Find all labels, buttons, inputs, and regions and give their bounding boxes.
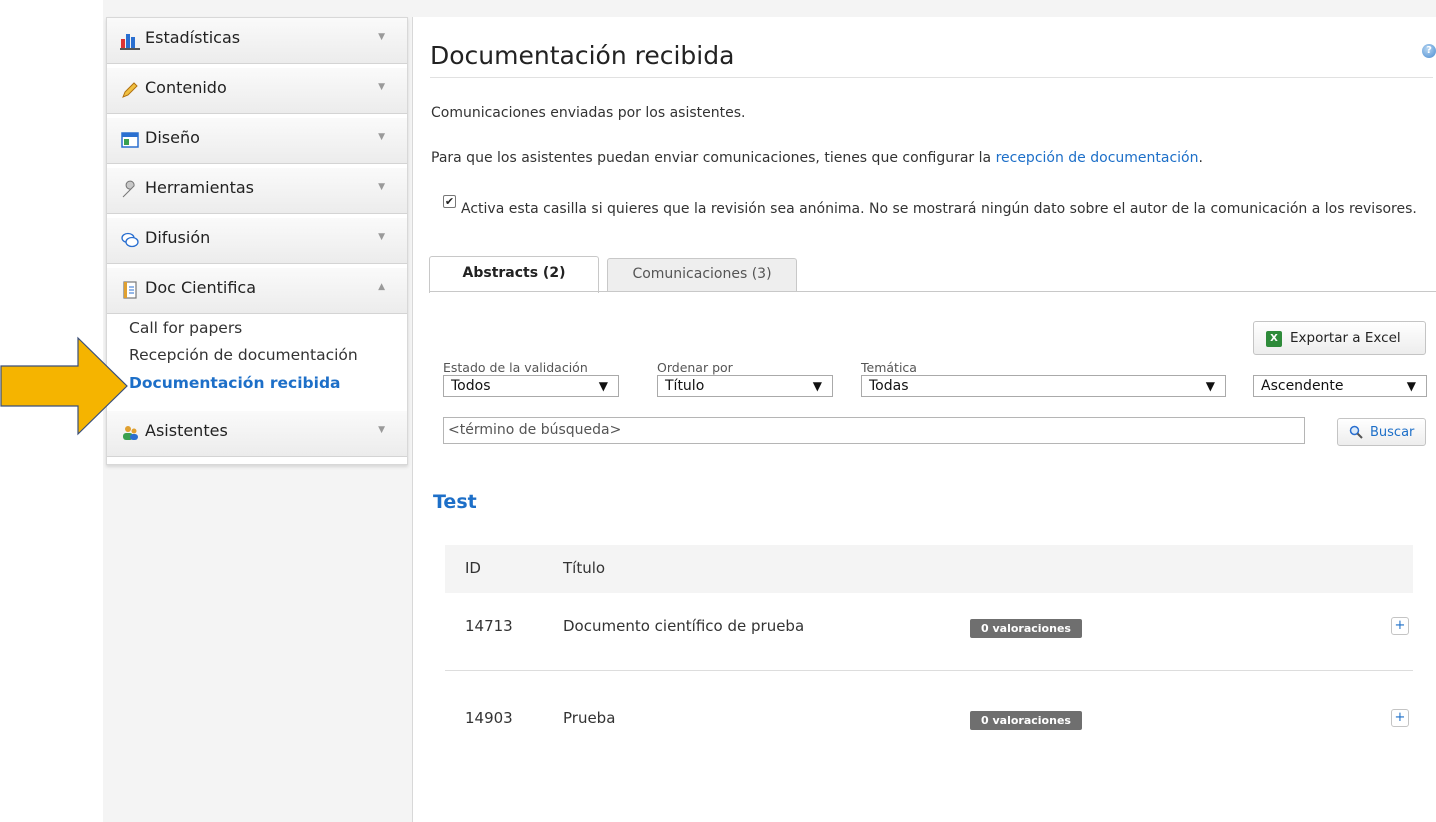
- row-divider: [445, 670, 1413, 671]
- ordenar-value: Título: [665, 378, 705, 394]
- speech-bubbles-icon: [121, 232, 139, 248]
- table-row: 14713 Documento científico de prueba 0 v…: [445, 593, 1413, 669]
- sidebar-item-estadisticas[interactable]: Estadísticas ▼: [107, 18, 407, 64]
- sidebar-item-label: Estadísticas: [145, 28, 241, 47]
- table-row: 14903 Prueba 0 valoraciones +: [445, 685, 1413, 761]
- submenu-documentacion-recibida[interactable]: Documentación recibida: [129, 374, 341, 392]
- tematica-label: Temática: [861, 360, 917, 375]
- tematica-value: Todas: [869, 378, 909, 394]
- help-icon[interactable]: ?: [1422, 44, 1436, 58]
- search-button-label: Buscar: [1370, 425, 1415, 440]
- expand-plus-icon[interactable]: +: [1391, 709, 1409, 727]
- sidebar-item-diseno[interactable]: Diseño ▼: [107, 118, 407, 164]
- row-id: 14713: [465, 617, 513, 635]
- orden-value: Ascendente: [1261, 378, 1344, 394]
- sidebar-nav: Estadísticas ▼ Contenido ▼ Diseño ▼ Herr…: [106, 17, 408, 465]
- config-text-start: Para que los asistentes puedan enviar co…: [431, 150, 992, 166]
- estado-label: Estado de la validación: [443, 360, 588, 375]
- config-text-end: .: [1198, 150, 1203, 166]
- row-id: 14903: [465, 709, 513, 727]
- chevron-down-icon: ▼: [378, 232, 385, 242]
- page-title: Documentación recibida: [430, 41, 735, 70]
- valoraciones-badge: 0 valoraciones: [970, 619, 1082, 638]
- sidebar-item-herramientas[interactable]: Herramientas ▼: [107, 168, 407, 214]
- estado-select[interactable]: Todos ▼: [443, 375, 619, 397]
- document-icon: [123, 281, 137, 299]
- chevron-down-icon: ▼: [378, 32, 385, 42]
- row-title: Documento científico de prueba: [563, 617, 805, 635]
- ordenar-select[interactable]: Título ▼: [657, 375, 833, 397]
- sidebar-item-contenido[interactable]: Contenido ▼: [107, 68, 407, 114]
- valoraciones-badge: 0 valoraciones: [970, 711, 1082, 730]
- config-link[interactable]: recepción de documentación: [996, 150, 1199, 166]
- chevron-down-icon: ▼: [378, 82, 385, 92]
- layout-icon: [121, 132, 139, 148]
- row-title: Prueba: [563, 709, 616, 727]
- excel-icon: X: [1266, 331, 1282, 347]
- dropdown-arrow-icon: ▼: [1406, 379, 1416, 393]
- title-divider: [430, 77, 1433, 78]
- search-input[interactable]: <término de búsqueda>: [443, 417, 1305, 444]
- sidebar-item-label: Diseño: [145, 128, 200, 147]
- sidebar-item-label: Doc Cientifica: [145, 278, 256, 297]
- column-header-titulo: Título: [563, 559, 606, 577]
- dropdown-arrow-icon: ▼: [598, 379, 608, 393]
- wrench-icon: [122, 180, 135, 198]
- bar-chart-icon: [120, 34, 140, 50]
- tab-abstracts[interactable]: Abstracts (2): [429, 256, 599, 293]
- sidebar-item-doc-cientifica[interactable]: Doc Cientifica ▲: [107, 268, 407, 314]
- chevron-up-icon: ▲: [378, 282, 385, 292]
- dropdown-arrow-icon: ▼: [1205, 379, 1215, 393]
- export-excel-button[interactable]: X Exportar a Excel: [1253, 321, 1426, 355]
- sidebar-item-label: Contenido: [145, 78, 227, 97]
- sidebar-item-difusion[interactable]: Difusión ▼: [107, 218, 407, 264]
- sidebar-item-label: Herramientas: [145, 178, 254, 197]
- tabs-divider: [429, 291, 1436, 292]
- orden-select[interactable]: Ascendente ▼: [1253, 375, 1427, 397]
- chevron-down-icon: ▼: [378, 132, 385, 142]
- estado-value: Todos: [451, 378, 491, 394]
- anon-checkbox-label: Activa esta casilla si quieres que la re…: [431, 199, 1431, 220]
- tab-comunicaciones[interactable]: Comunicaciones (3): [607, 258, 797, 292]
- sidebar-item-asistentes[interactable]: Asistentes ▼: [107, 411, 407, 457]
- main-panel: Documentación recibida ? Comunicaciones …: [412, 17, 1436, 822]
- tematica-select[interactable]: Todas ▼: [861, 375, 1226, 397]
- column-header-id: ID: [465, 559, 481, 577]
- submenu-call-for-papers[interactable]: Call for papers: [129, 319, 242, 337]
- submenu-recepcion-documentacion[interactable]: Recepción de documentación: [129, 346, 358, 364]
- intro-text: Comunicaciones enviadas por los asistent…: [431, 105, 746, 121]
- ordenar-label: Ordenar por: [657, 360, 733, 375]
- table-header: ID Título: [445, 545, 1413, 593]
- pointer-arrow-icon: [0, 336, 128, 436]
- search-button[interactable]: Buscar: [1337, 418, 1426, 446]
- expand-plus-icon[interactable]: +: [1391, 617, 1409, 635]
- export-label: Exportar a Excel: [1290, 330, 1401, 346]
- anon-label-text: Activa esta casilla si quieres que la re…: [461, 201, 1417, 217]
- config-text: Para que los asistentes puedan enviar co…: [431, 150, 1203, 166]
- search-icon: [1349, 425, 1363, 439]
- sidebar-item-label: Difusión: [145, 228, 211, 247]
- chevron-down-icon: ▼: [378, 182, 385, 192]
- sidebar-item-label: Asistentes: [145, 421, 228, 440]
- chevron-down-icon: ▼: [378, 425, 385, 435]
- pencil-icon: [122, 82, 138, 98]
- group-title: Test: [433, 491, 477, 513]
- dropdown-arrow-icon: ▼: [812, 379, 822, 393]
